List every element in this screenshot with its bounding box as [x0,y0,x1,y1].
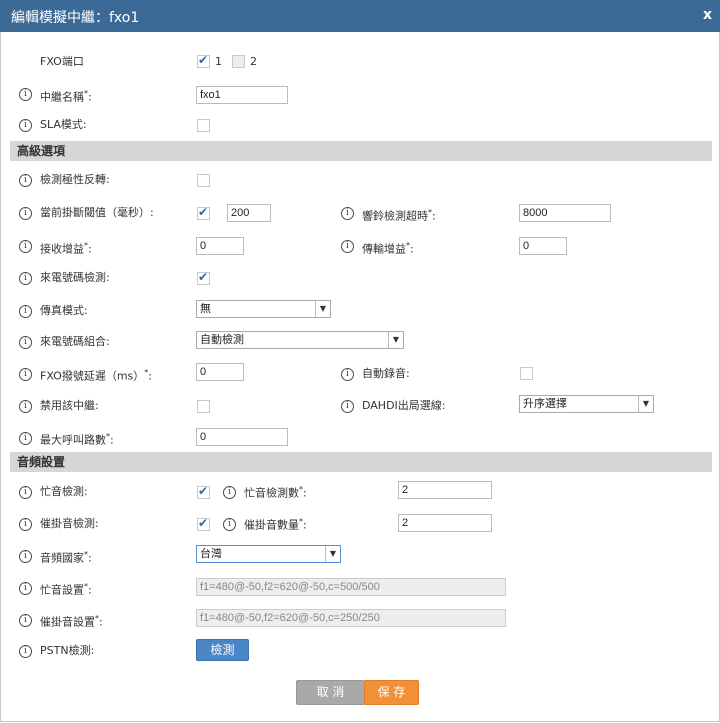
save-button[interactable]: 保 存 [364,680,419,705]
info-icon[interactable]: i [341,400,354,413]
max-calls-label: 最大呼叫路數*: [40,432,114,447]
polarity-reversal-label: 檢測極性反轉: [40,173,110,186]
rx-gain-label: 接收增益*: [40,241,92,256]
current-disconnect-input[interactable] [227,204,271,222]
caller-id-scheme-select[interactable]: 自動檢測 ▼ [196,331,404,349]
info-icon[interactable]: i [19,614,32,627]
polarity-reversal-checkbox[interactable] [197,174,210,187]
chevron-down-icon: ▼ [638,396,653,412]
audio-section-header: 音頻設置 [10,452,712,472]
info-icon[interactable]: i [19,518,32,531]
tx-gain-input[interactable] [519,237,567,255]
tx-gain-label: 傳輸增益*: [362,241,414,256]
trunk-name-label: 中繼名稱*: [40,89,92,104]
fax-mode-label: 傳真模式: [40,304,88,317]
caller-id-scheme-label: 來電號碼組合: [40,335,110,348]
busy-tone-label: 忙音設置*: [40,582,92,597]
ring-timeout-label: 響鈴檢測超時*: [362,208,436,223]
chevron-down-icon: ▼ [315,301,330,317]
caller-id-detect-label: 來電號碼檢測: [40,271,110,284]
fxo-ports-label: FXO端口 [40,55,84,68]
fxo-port-1-label: 1 [215,55,222,68]
info-icon[interactable]: i [19,432,32,445]
dialog-titlebar: 編輯模擬中繼：fxo1 x [0,0,720,32]
congestion-tone-input [196,609,506,627]
fxo-port-1-checkbox[interactable] [197,53,210,68]
max-calls-input[interactable] [196,428,288,446]
info-icon[interactable]: i [341,240,354,253]
busy-tone-input [196,578,506,596]
busy-detect-checkbox[interactable] [197,484,210,499]
auto-record-label: 自動錄音: [362,367,410,380]
tone-country-value: 台灣 [200,547,222,560]
info-icon[interactable]: i [19,240,32,253]
tone-country-select[interactable]: 台灣 ▼ [196,545,341,563]
info-icon[interactable]: i [223,486,236,499]
congestion-tone-label: 催掛音設置*: [40,614,103,629]
caller-id-scheme-value: 自動檢測 [200,333,244,346]
auto-record-checkbox[interactable] [520,367,533,380]
cancel-button[interactable]: 取 消 [296,680,365,705]
chevron-down-icon: ▼ [388,332,403,348]
info-icon[interactable]: i [341,368,354,381]
info-icon[interactable]: i [19,400,32,413]
info-icon[interactable]: i [19,368,32,381]
disable-trunk-checkbox[interactable] [197,400,210,413]
fax-mode-value: 無 [200,302,211,315]
sla-mode-checkbox[interactable] [197,119,210,132]
info-icon[interactable]: i [19,486,32,499]
dahdi-select-dropdown[interactable]: 升序選擇 ▼ [519,395,654,413]
dialog-title: 編輯模擬中繼：fxo1 [11,10,140,26]
info-icon[interactable]: i [19,88,32,101]
fax-mode-select[interactable]: 無 ▼ [196,300,331,318]
info-icon[interactable]: i [341,207,354,220]
info-icon[interactable]: i [19,305,32,318]
tone-country-label: 音頻國家*: [40,550,92,565]
info-icon[interactable]: i [19,174,32,187]
busy-count-label: 忙音檢測數*: [244,485,307,500]
busy-detect-label: 忙音檢測: [40,485,88,498]
close-button[interactable]: x [703,7,712,23]
trunk-name-input[interactable] [196,86,288,104]
pstn-detect-label: PSTN檢測: [40,644,95,657]
congestion-count-input[interactable] [398,514,492,532]
chevron-down-icon: ▼ [325,546,340,562]
info-icon[interactable]: i [19,582,32,595]
info-icon[interactable]: i [19,645,32,658]
ring-timeout-input[interactable] [519,204,611,222]
info-icon[interactable]: i [19,336,32,349]
info-icon[interactable]: i [223,518,236,531]
fxo-dial-delay-label: FXO撥號延遲（ms）*: [40,368,152,383]
fxo-port-2-checkbox[interactable] [232,55,245,68]
advanced-section-header: 高級選項 [10,141,712,161]
dahdi-select-label: DAHDI出局選線: [362,399,446,412]
caller-id-detect-checkbox[interactable] [197,270,210,285]
congestion-detect-checkbox[interactable] [197,516,210,531]
current-disconnect-label: 當前掛斷閾值（毫秒）: [40,206,154,219]
disable-trunk-label: 禁用該中繼: [40,399,99,412]
info-icon[interactable]: i [19,119,32,132]
fxo-port-2-label: 2 [250,55,257,68]
fxo-dial-delay-input[interactable] [196,363,244,381]
info-icon[interactable]: i [19,272,32,285]
rx-gain-input[interactable] [196,237,244,255]
busy-count-input[interactable] [398,481,492,499]
sla-mode-label: SLA模式: [40,118,87,131]
current-disconnect-checkbox[interactable] [197,205,210,220]
info-icon[interactable]: i [19,550,32,563]
congestion-count-label: 催掛音數量*: [244,517,307,532]
dahdi-select-value: 升序選擇 [523,397,567,410]
info-icon[interactable]: i [19,207,32,220]
congestion-detect-label: 催掛音檢測: [40,517,99,530]
pstn-detect-button[interactable]: 檢測 [196,639,249,661]
